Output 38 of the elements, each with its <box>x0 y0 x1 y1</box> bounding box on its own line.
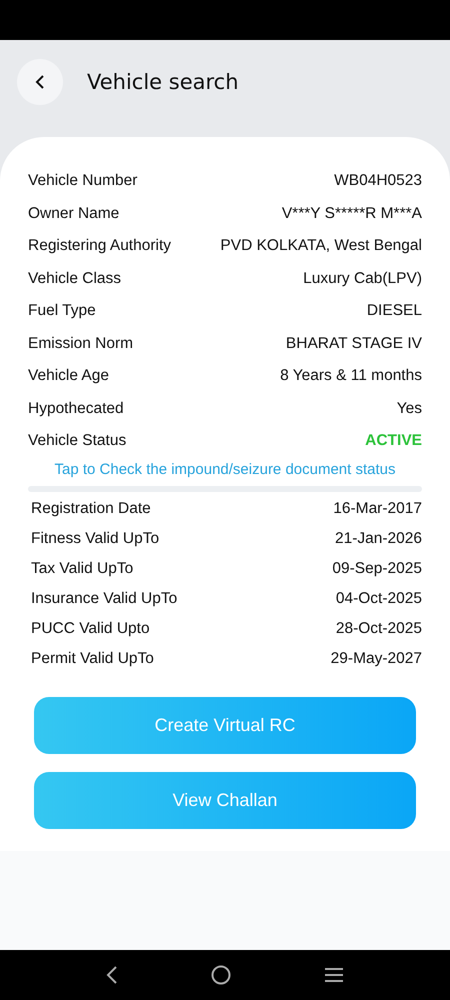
field-value: Yes <box>396 400 422 418</box>
field-value: Luxury Cab(LPV) <box>303 270 422 288</box>
field-value: PVD KOLKATA, West Bengal <box>220 237 422 256</box>
date-value: 16-Mar-2017 <box>333 500 422 518</box>
field-value: V***Y S*****R M***A <box>282 204 422 223</box>
action-button[interactable]: View Challan <box>34 772 416 828</box>
date-value: 29-May-2027 <box>330 650 422 668</box>
field-label: Fuel Type <box>28 302 96 320</box>
date-value: 04-Oct-2025 <box>336 590 422 608</box>
field-label: Vehicle Number <box>28 172 138 190</box>
field-value: DIESEL <box>366 302 422 320</box>
field-label: Vehicle Age <box>28 367 110 386</box>
menu-icon[interactable] <box>324 967 344 983</box>
date-label: Tax Valid UpTo <box>31 560 134 578</box>
field-value: BHARAT STAGE IV <box>286 334 422 353</box>
field-label: Emission Norm <box>28 334 134 353</box>
back-icon <box>34 74 46 90</box>
field-label: Owner Name <box>28 204 120 223</box>
back-icon[interactable] <box>106 966 118 984</box>
field-value: 8 Years & 11 months <box>280 367 422 386</box>
date-label: Registration Date <box>31 500 151 518</box>
field-label: Registering Authority <box>28 237 172 256</box>
field-label: Vehicle Class <box>28 270 122 288</box>
date-label: PUCC Valid Upto <box>31 620 150 638</box>
date-label: Insurance Valid UpTo <box>31 590 178 608</box>
home-icon[interactable] <box>210 965 231 985</box>
field-label: Hypothecated <box>28 400 124 418</box>
date-value: 09-Sep-2025 <box>332 560 422 578</box>
status-value: ACTIVE <box>365 432 422 450</box>
page-title: Vehicle search <box>87 70 239 94</box>
action-button[interactable]: Create Virtual RC <box>34 696 416 754</box>
date-value: 28-Oct-2025 <box>336 620 422 638</box>
field-value: WB04H0523 <box>334 172 422 190</box>
date-label: Fitness Valid UpTo <box>31 530 160 548</box>
impound-status-link[interactable]: Tap to Check the impound/seizure document status <box>28 460 422 478</box>
date-value: 21-Jan-2026 <box>334 530 422 548</box>
date-label: Permit Valid UpTo <box>31 650 154 668</box>
field-label: Vehicle Status <box>28 432 126 450</box>
